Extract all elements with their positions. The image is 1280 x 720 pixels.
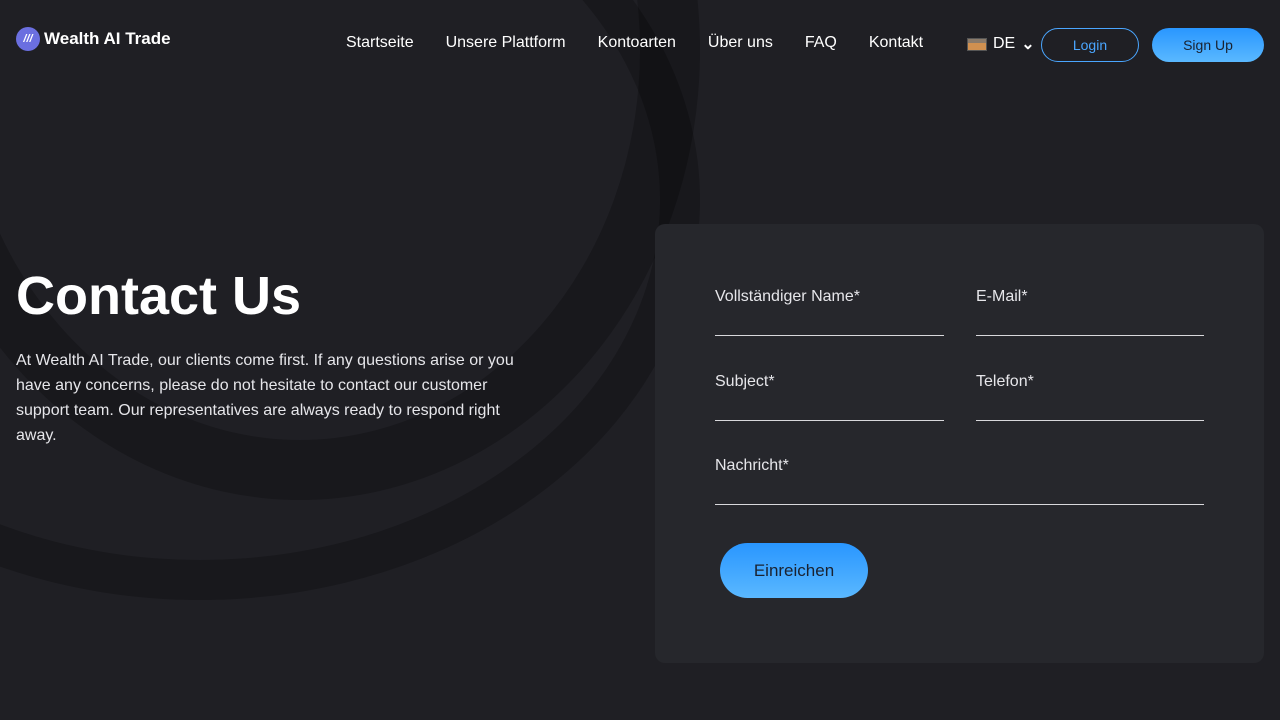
name-field[interactable]: Vollständiger Name* xyxy=(715,288,944,336)
nav-faq[interactable]: FAQ xyxy=(805,34,837,52)
login-button[interactable]: Login xyxy=(1041,28,1139,62)
email-field[interactable]: E-Mail* xyxy=(976,288,1204,336)
flag-icon xyxy=(967,38,987,51)
logo[interactable]: ///Wealth AI Trade xyxy=(16,27,171,51)
language-selector[interactable]: DE ⌄ xyxy=(967,34,1035,54)
logo-icon: /// xyxy=(16,27,40,51)
intro-text: At Wealth AI Trade, our clients come fir… xyxy=(16,348,526,448)
main-nav: Startseite Unsere Plattform Kontoarten Ü… xyxy=(346,34,923,52)
submit-button[interactable]: Einreichen xyxy=(720,543,868,598)
brand-name: Wealth AI Trade xyxy=(44,29,171,49)
nav-plattform[interactable]: Unsere Plattform xyxy=(446,34,566,52)
page-title: Contact Us xyxy=(16,265,301,327)
contact-form: Vollständiger Name* E-Mail* Subject* Tel… xyxy=(655,224,1264,663)
message-label: Nachricht* xyxy=(715,457,789,474)
phone-label: Telefon* xyxy=(976,373,1034,390)
phone-field[interactable]: Telefon* xyxy=(976,373,1204,421)
subject-label: Subject* xyxy=(715,373,775,390)
chevron-down-icon: ⌄ xyxy=(1021,34,1034,54)
nav-kontakt[interactable]: Kontakt xyxy=(869,34,923,52)
subject-field[interactable]: Subject* xyxy=(715,373,944,421)
header: ///Wealth AI Trade Startseite Unsere Pla… xyxy=(0,0,1280,90)
language-code: DE xyxy=(993,35,1015,53)
nav-startseite[interactable]: Startseite xyxy=(346,34,414,52)
email-label: E-Mail* xyxy=(976,288,1028,305)
name-label: Vollständiger Name* xyxy=(715,288,860,305)
nav-ueber-uns[interactable]: Über uns xyxy=(708,34,773,52)
message-field[interactable]: Nachricht* xyxy=(715,457,1204,505)
nav-kontoarten[interactable]: Kontoarten xyxy=(598,34,676,52)
signup-button[interactable]: Sign Up xyxy=(1152,28,1264,62)
